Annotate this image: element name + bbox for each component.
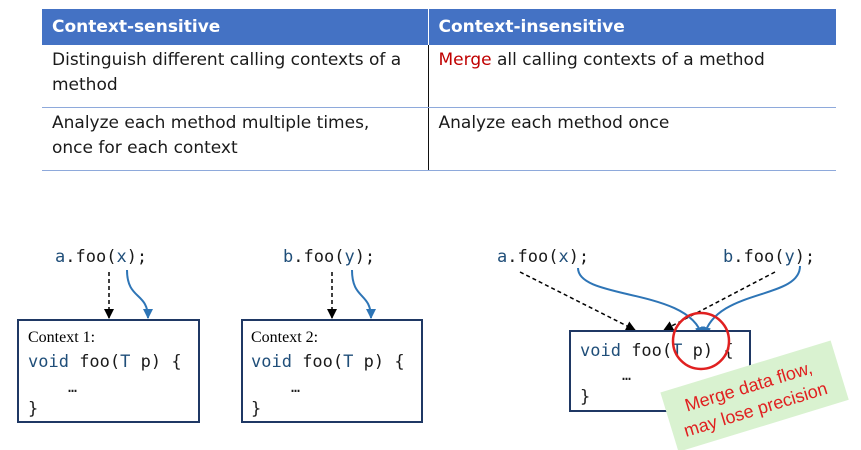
method-signature: void foo(T p) { [28, 352, 182, 372]
method-body-ellipsis: … [68, 378, 77, 396]
call-a-foo-x: a.foo(x); [55, 247, 147, 267]
method-body-ellipsis: … [291, 378, 300, 396]
data-flow-arrow [126, 269, 153, 319]
diagram-context-insensitive: a.foo(x); b.foo(y); void foo(T p) { … } … [497, 247, 849, 450]
context-label: Context 1: [28, 329, 95, 346]
dashed-call-arrow-a [519, 271, 636, 331]
diagram-context-2: b.foo(y); Context 2: void foo(T p) { … } [241, 247, 423, 423]
method-signature: void foo(T p) { [580, 341, 734, 361]
method-close-brace: } [251, 399, 261, 419]
diagram-context-1: a.foo(x); Context 1: void foo(T p) { … } [17, 247, 200, 423]
context-label: Context 2: [251, 329, 318, 346]
data-flow-arrow-x [577, 267, 705, 337]
method-body-ellipsis: … [622, 366, 631, 384]
method-close-brace: } [28, 399, 38, 419]
method-close-brace: } [580, 387, 590, 407]
method-signature: void foo(T p) { [251, 352, 405, 372]
data-flow-arrow [351, 269, 376, 319]
call-b-foo-y: b.foo(y); [723, 247, 815, 267]
call-a-foo-x: a.foo(x); [497, 247, 589, 267]
call-b-foo-y: b.foo(y); [283, 247, 375, 267]
context-diagram: a.foo(x); Context 1: void foo(T p) { … }… [17, 247, 849, 450]
